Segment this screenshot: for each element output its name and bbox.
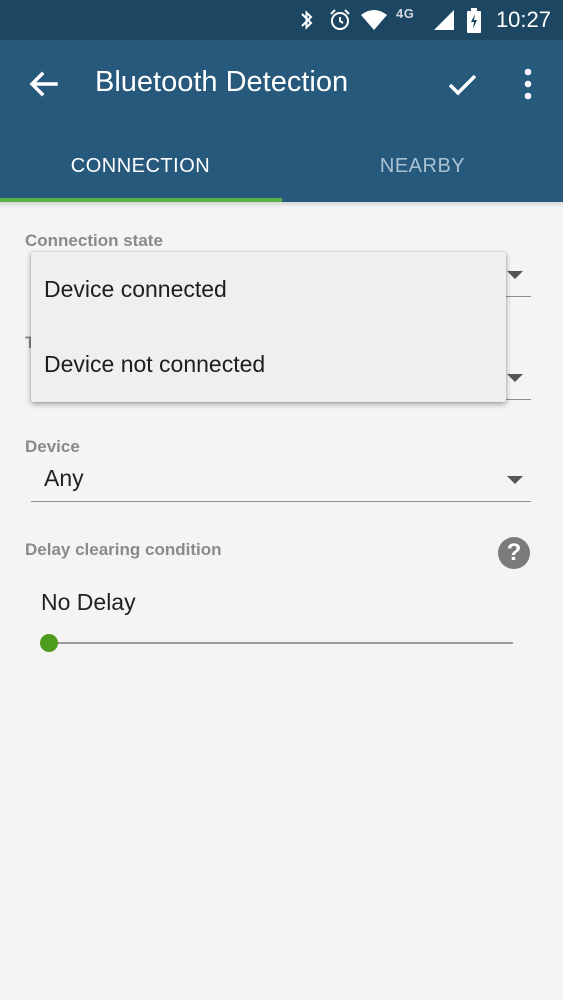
device-value: Any — [44, 465, 84, 491]
battery-icon — [467, 8, 481, 33]
check-icon[interactable] — [446, 68, 478, 100]
device-label: Device — [25, 437, 80, 456]
delay-slider-thumb[interactable] — [40, 634, 58, 652]
delay-value: No Delay — [41, 589, 136, 615]
tab-connection[interactable]: CONNECTION — [0, 130, 281, 202]
more-vert-icon[interactable] — [516, 66, 540, 102]
clock: 10:27 — [495, 7, 551, 32]
tab-shadow — [0, 202, 563, 208]
signal-icon — [434, 10, 454, 30]
wifi-icon — [361, 10, 387, 30]
connection-state-dropdown: Device connected Device not connected — [31, 252, 506, 402]
app-bar: Bluetooth Detection — [0, 40, 563, 130]
tab-bar: CONNECTION NEARBY — [0, 130, 563, 202]
option-label: Device not connected — [44, 351, 266, 377]
option-label: Device connected — [44, 276, 227, 302]
delay-slider-track[interactable] — [49, 642, 513, 644]
dropdown-arrow-icon — [507, 476, 523, 484]
alarm-icon — [330, 9, 350, 30]
page-title: Bluetooth Detection — [95, 66, 349, 98]
arrow-back-icon[interactable] — [28, 68, 60, 100]
dropdown-arrow-icon — [507, 271, 523, 279]
network-type: 4G — [396, 6, 415, 21]
help-icon[interactable]: ? — [498, 537, 530, 569]
option-device-not-connected[interactable]: Device not connected — [31, 327, 506, 402]
device-spinner[interactable]: Any — [31, 457, 531, 502]
delay-label: Delay clearing condition — [25, 540, 222, 559]
dropdown-arrow-icon — [507, 374, 523, 382]
option-device-connected[interactable]: Device connected — [31, 252, 506, 327]
bluetooth-icon — [301, 10, 313, 30]
tab-nearby[interactable]: NEARBY — [282, 130, 563, 202]
status-bar: 4G 10:27 — [0, 0, 563, 40]
connection-state-label: Connection state — [25, 231, 163, 250]
